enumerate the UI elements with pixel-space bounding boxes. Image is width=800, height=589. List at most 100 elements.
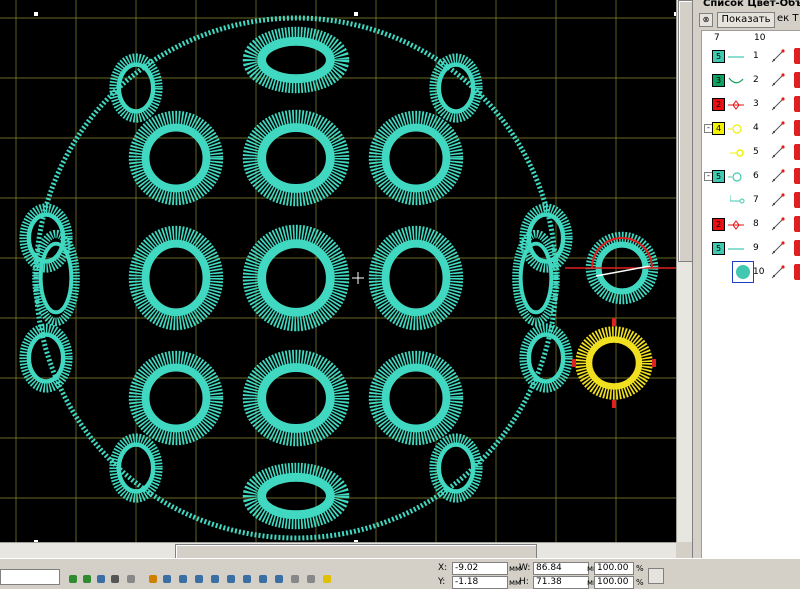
embroidery-design[interactable] xyxy=(0,0,676,542)
color-swatch[interactable]: 5 xyxy=(712,170,725,183)
zoom-field[interactable] xyxy=(0,569,60,585)
y-field[interactable]: -1.18 xyxy=(452,576,508,589)
vertical-scroll-thumb[interactable] xyxy=(678,0,693,262)
list-row[interactable]: 32 xyxy=(702,69,800,93)
stitch-type-icon xyxy=(771,169,785,183)
toolbar-button[interactable] xyxy=(288,572,302,586)
toolbar-button[interactable] xyxy=(272,572,286,586)
color-swatch[interactable]: 2 xyxy=(712,98,725,111)
toolbar-button[interactable] xyxy=(94,572,108,586)
scale-y-field[interactable]: 100.00 xyxy=(594,576,634,589)
color-swatch[interactable]: 5 xyxy=(712,50,725,63)
status-marker xyxy=(794,264,800,280)
toolbar-button[interactable] xyxy=(176,572,190,586)
stitch-ring-inner xyxy=(141,239,211,317)
toolbar-button[interactable] xyxy=(80,572,94,586)
list-row[interactable]: 59 xyxy=(702,237,800,261)
status-marker xyxy=(794,120,800,136)
selection-handle xyxy=(34,12,38,16)
status-marker xyxy=(794,48,800,64)
selection-handle xyxy=(354,12,358,16)
show-button[interactable]: Показать xyxy=(717,12,775,28)
color-swatch[interactable]: 3 xyxy=(712,74,725,87)
toolbar-button[interactable] xyxy=(160,572,174,586)
toolbar-button[interactable] xyxy=(192,572,206,586)
pin-icon[interactable]: ⊗ xyxy=(699,13,713,27)
height-field[interactable]: 71.38 xyxy=(533,576,589,589)
sphere-outline xyxy=(33,15,559,541)
object-type-icon xyxy=(730,195,745,204)
status-marker xyxy=(794,168,800,184)
h-label: H: xyxy=(519,577,529,587)
list-row[interactable]: 28 xyxy=(702,213,800,237)
stitch-ring-inner xyxy=(381,239,451,317)
row-number: 1 xyxy=(753,51,759,61)
toolbar-button[interactable] xyxy=(224,572,238,586)
stitch-ring-inner xyxy=(257,123,335,193)
list-row[interactable]: 10 xyxy=(702,261,800,285)
red-handle xyxy=(612,400,616,408)
row-number: 8 xyxy=(753,219,759,229)
proportional-lock-button[interactable] xyxy=(648,568,664,584)
object-thumbnail xyxy=(732,261,754,283)
color-swatch[interactable]: 5 xyxy=(712,242,725,255)
object-type-icon xyxy=(728,77,744,84)
object-type-icon xyxy=(730,149,744,157)
red-handle xyxy=(572,359,576,367)
toolbar-button[interactable] xyxy=(108,572,122,586)
vertical-scrollbar[interactable] xyxy=(676,0,693,542)
toolbar-button[interactable] xyxy=(66,572,80,586)
toolbar-button[interactable] xyxy=(320,572,334,586)
status-marker xyxy=(794,216,800,232)
stitch-type-icon xyxy=(771,241,785,255)
status-bar: X: -9.02 мм Y: -1.18 мм W: 86.84 мм H: 7… xyxy=(0,558,800,589)
toolbar-button[interactable] xyxy=(146,572,160,586)
w-label: W: xyxy=(519,563,531,573)
row-number: 4 xyxy=(753,123,759,133)
y-label: Y: xyxy=(438,577,446,587)
stitch-ring-inner xyxy=(141,123,211,193)
list-row[interactable]: 51 xyxy=(702,45,800,69)
color-swatch[interactable]: 4 xyxy=(712,122,725,135)
red-handle xyxy=(612,318,616,326)
horizontal-scroll-thumb[interactable] xyxy=(175,544,537,559)
column-header: 7 xyxy=(714,33,720,43)
status-marker xyxy=(794,192,800,208)
row-number: 2 xyxy=(753,75,759,85)
stitch-ring-inner xyxy=(257,239,335,317)
list-row[interactable]: 5 xyxy=(702,141,800,165)
red-handle xyxy=(652,359,656,367)
toolbar-button[interactable] xyxy=(208,572,222,586)
object-type-icon xyxy=(728,248,744,250)
color-object-list[interactable]: 7 10 5 1 3 2 2 3-4 4 5-5 6 7 2 8 5 9 10 xyxy=(701,30,800,560)
toolbar-button[interactable] xyxy=(256,572,270,586)
object-type-icon xyxy=(728,172,742,182)
object-type-icon xyxy=(728,56,744,58)
toolbar-button[interactable] xyxy=(124,572,138,586)
horizontal-scrollbar[interactable] xyxy=(0,542,676,559)
column-header: 10 xyxy=(754,33,766,43)
list-row[interactable]: 23 xyxy=(702,93,800,117)
scale-x-field[interactable]: 100.00 xyxy=(594,562,634,575)
x-field[interactable]: -9.02 xyxy=(452,562,508,575)
toolbar-button[interactable] xyxy=(240,572,254,586)
color-swatch[interactable]: 2 xyxy=(712,218,725,231)
x-label: X: xyxy=(438,563,448,573)
row-number: 10 xyxy=(753,267,765,277)
list-row[interactable]: -56 xyxy=(702,165,800,189)
scroll-corner xyxy=(676,542,692,558)
panel-tab-label[interactable]: ек Т xyxy=(777,13,798,24)
row-number: 3 xyxy=(753,99,759,109)
edge-ring-inner xyxy=(26,332,66,384)
stitch-type-icon xyxy=(771,97,785,111)
stitch-type-icon xyxy=(771,121,785,135)
object-type-icon xyxy=(728,124,742,134)
design-canvas[interactable] xyxy=(0,0,676,542)
width-field[interactable]: 86.84 xyxy=(533,562,589,575)
toolbar-button[interactable] xyxy=(304,572,318,586)
stitch-ring-inner xyxy=(141,363,211,433)
stitch-type-icon xyxy=(771,49,785,63)
status-marker xyxy=(794,72,800,88)
list-row[interactable]: 7 xyxy=(702,189,800,213)
list-row[interactable]: -44 xyxy=(702,117,800,141)
